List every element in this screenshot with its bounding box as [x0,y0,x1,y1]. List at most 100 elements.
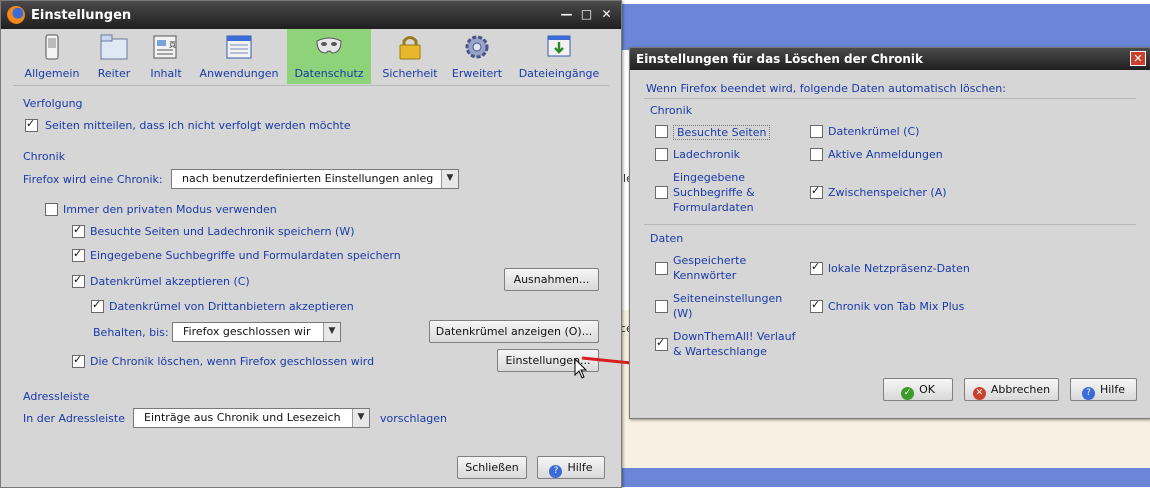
visited-pages-label[interactable]: Besuchte Seiten [673,125,771,140]
cache-checkbox[interactable] [810,184,823,199]
visited-pages-checkbox[interactable] [655,125,668,138]
location-bar-suffix: vorschlagen [380,412,448,425]
minimize-icon[interactable]: — [559,7,574,22]
history-mode-value: nach benutzerdefinierten Einstellungen a… [182,172,434,185]
cookies-checkbox[interactable] [810,125,823,138]
tab-label: Dateieingänge [518,67,600,80]
help-icon: ? [1081,387,1095,400]
section-heading-data: Daten [650,232,684,245]
downthemall-checkbox[interactable] [655,336,668,351]
background-page-footer [620,468,1150,487]
section-heading-location-bar: Adressleiste [23,390,90,403]
tab-label: Reiter [97,67,131,80]
visited-pages-checkbox[interactable] [72,223,85,238]
keep-until-select[interactable]: Firefox geschlossen wir ▼ [172,322,341,342]
ok-button[interactable]: ✓ OK [883,378,953,401]
firefox-icon [7,6,25,24]
third-party-cookies-label[interactable]: Datenkrümel von Drittanbietern akzeptier… [109,300,354,313]
help-button-label: Hilfe [1099,383,1126,396]
active-logins-label[interactable]: Aktive Anmeldungen [828,148,943,161]
exceptions-button[interactable]: Ausnahmen... [504,268,599,291]
close-icon[interactable]: ✕ [1130,51,1146,66]
chevron-down-icon[interactable]: ▼ [352,409,369,427]
tab-mix-plus-label[interactable]: Chronik von Tab Mix Plus [828,300,964,313]
content-icon: 頁 [153,35,177,59]
tab-label: Datenschutz [294,67,364,80]
tabs-icon [100,34,128,60]
preferences-toolbar: Allgemein Reiter 頁 Inhalt Anwendungen Da… [3,29,619,85]
visited-pages-label[interactable]: Besuchte Seiten und Ladechronik speicher… [90,225,355,238]
background-page-header [620,4,1150,50]
section-heading-history: Chronik [23,150,66,163]
help-button[interactable]: ? Hilfe [537,456,605,479]
tab-datenschutz[interactable]: Datenschutz [287,29,371,84]
tab-sicherheit[interactable]: Sicherheit [377,29,443,84]
cancel-button[interactable]: ✕ Abbrechen [964,378,1059,401]
section-heading-history: Chronik [650,104,693,117]
downthemall-label[interactable]: DownThemAll! Verlauf & Warteschlange [673,329,803,359]
dialog-title: Einstellungen für das Löschen der Chroni… [636,52,924,66]
chevron-down-icon[interactable]: ▼ [323,323,340,341]
show-cookies-button[interactable]: Datenkrümel anzeigen (O)... [429,320,599,343]
clear-on-close-label[interactable]: Die Chronik löschen, wenn Firefox geschl… [90,355,374,368]
location-bar-select[interactable]: Einträge aus Chronik und Lesezeich ▼ [133,408,370,428]
private-mode-label[interactable]: Immer den privaten Modus verwenden [63,203,277,216]
dnt-checkbox[interactable] [25,117,38,132]
site-settings-label[interactable]: Seiteneinstellungen (W) [673,291,788,321]
download-history-checkbox[interactable] [655,148,668,161]
help-button-label: Hilfe [567,461,593,474]
tab-label: Erweitert [451,67,503,80]
tab-reiter[interactable]: Reiter [89,29,139,84]
tab-label: Anwendungen [199,67,279,80]
keep-until-value: Firefox geschlossen wir [183,325,311,338]
download-icon [547,35,571,57]
dnt-label[interactable]: Seiten mitteilen, dass ich nicht verfolg… [45,119,351,132]
private-mode-checkbox[interactable] [45,203,58,216]
toolbar-divider [13,85,609,86]
history-mode-select[interactable]: nach benutzerdefinierten Einstellungen a… [171,169,459,189]
site-settings-checkbox[interactable] [655,300,668,313]
active-logins-checkbox[interactable] [810,148,823,161]
clear-history-dialog: Einstellungen für das Löschen der Chroni… [629,47,1150,419]
window-title: Einstellungen [31,8,132,23]
dialog-divider [644,224,1136,225]
location-bar-label: In der Adressleiste [23,412,125,425]
preferences-window: Einstellungen — □ ✕ Allgemein Reiter 頁 I… [0,0,622,488]
maximize-icon[interactable]: □ [579,7,594,22]
saved-passwords-label[interactable]: Gespeicherte Kennwörter [673,253,773,283]
search-form-checkbox[interactable] [72,247,85,262]
form-search-label[interactable]: Eingegebene Suchbegriffe & Formulardaten [673,170,783,215]
cache-label[interactable]: Zwischenspeicher (A) [828,186,947,199]
third-party-cookies-checkbox[interactable] [91,298,104,313]
cookies-label[interactable]: Datenkrümel akzeptieren (C) [90,275,250,288]
preferences-titlebar: Einstellungen — □ ✕ [1,1,621,29]
cookies-label[interactable]: Datenkrümel (C) [828,125,919,138]
ok-button-label: OK [919,383,935,396]
mask-icon [316,37,342,54]
cookies-checkbox[interactable] [72,273,85,288]
tab-mix-plus-checkbox[interactable] [810,298,823,313]
close-button[interactable]: Schließen [457,456,527,479]
search-form-label[interactable]: Eingegebene Suchbegriffe und Formulardat… [90,249,401,262]
chevron-down-icon[interactable]: ▼ [441,170,458,188]
cancel-icon: ✕ [972,387,986,400]
tab-label: Allgemein [24,67,80,80]
tab-erweitert[interactable]: Erweitert [447,29,507,84]
form-search-checkbox[interactable] [655,186,668,199]
offline-data-label[interactable]: lokale Netzpräsenz-Daten [828,262,970,275]
offline-data-checkbox[interactable] [810,260,823,275]
cancel-button-label: Abbrechen [990,383,1051,396]
section-heading-tracking: Verfolgung [23,97,83,110]
tab-inhalt[interactable]: 頁 Inhalt [141,29,191,84]
close-icon[interactable]: ✕ [599,7,614,22]
help-button[interactable]: ? Hilfe [1070,378,1137,401]
tab-label: Inhalt [150,67,182,80]
clear-on-close-checkbox[interactable] [72,353,85,368]
saved-passwords-checkbox[interactable] [655,262,668,275]
tab-allgemein[interactable]: Allgemein [17,29,87,84]
tab-label: Sicherheit [382,67,438,80]
applications-icon [226,35,252,59]
tab-dateieingaenge[interactable]: Dateieingänge [511,29,607,84]
tab-anwendungen[interactable]: Anwendungen [195,29,283,84]
download-history-label[interactable]: Ladechronik [673,148,740,161]
